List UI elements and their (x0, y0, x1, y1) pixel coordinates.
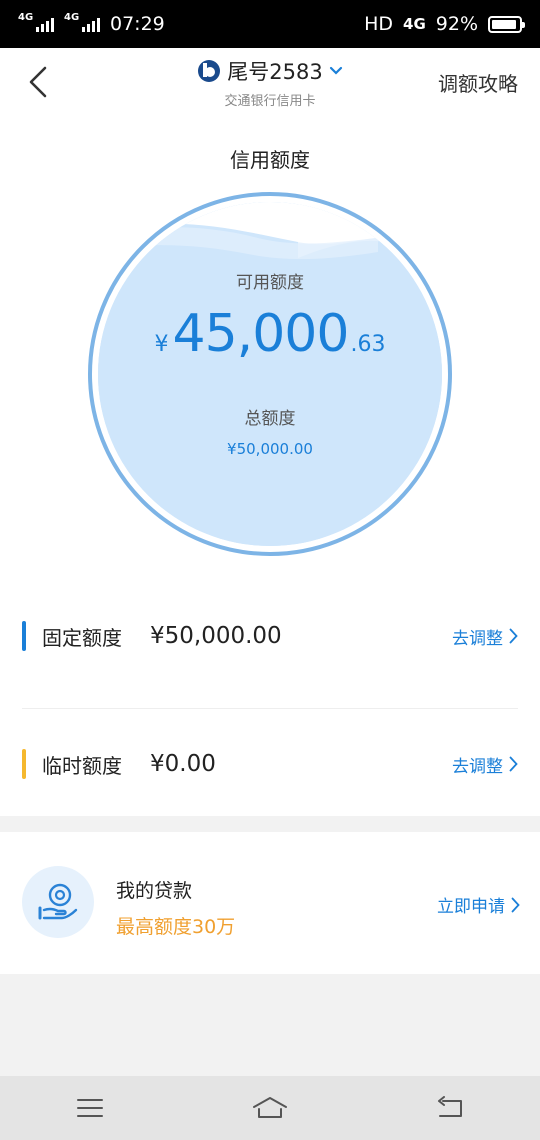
back-nav-button[interactable] (420, 1086, 480, 1130)
chevron-right-icon (511, 897, 520, 912)
loan-max-amount: 最高额度30万 (116, 916, 236, 938)
menu-button[interactable] (60, 1086, 120, 1130)
loan-card[interactable]: 我的贷款 最高额度30万 立即申请 (0, 832, 540, 974)
apply-now-button[interactable]: 立即申请 (437, 892, 520, 917)
fixed-limit-marker (22, 621, 26, 651)
credit-limit-card: 信用额度 可用额度 ¥ 45,000 .63 总额度 ¥50,000.00 固定… (0, 120, 540, 816)
hd-indicator: HD (364, 13, 394, 35)
loan-hand-coin-icon (22, 866, 94, 938)
adjust-temp-button[interactable]: 去调整 (452, 752, 518, 777)
section-title: 信用额度 (230, 148, 310, 172)
menu-icon (77, 1099, 103, 1117)
gauge-fill (98, 202, 442, 546)
battery-icon (488, 15, 525, 33)
chevron-right-icon (509, 628, 518, 644)
fixed-limit-value: ¥50,000.00 (150, 623, 282, 649)
status-bar: 4G 4G 07:29 HD 4G 92% (0, 0, 540, 48)
chevron-down-icon (329, 66, 342, 75)
bank-logo-icon (198, 60, 221, 82)
signal-icon-2: 4G (64, 12, 100, 32)
clock: 07:29 (110, 13, 165, 35)
home-button[interactable] (240, 1086, 300, 1130)
limit-guide-link[interactable]: 调额攻略 (438, 68, 518, 97)
chevron-right-icon (509, 756, 518, 772)
system-nav-bar (0, 1076, 540, 1140)
available-amount: ¥ 45,000 .63 (154, 304, 386, 364)
back-button[interactable] (18, 62, 58, 102)
battery-percent: 92% (435, 13, 478, 35)
card-selector[interactable]: 尾号2583 交通银行信用卡 (140, 56, 400, 109)
divider (22, 708, 518, 709)
back-arrow-icon (29, 66, 47, 98)
signal-icon: 4G (18, 12, 54, 32)
fixed-limit-row: 固定额度 ¥50,000.00 去调整 (22, 604, 518, 668)
wave-graphic (98, 202, 442, 546)
temp-limit-value: ¥0.00 (150, 751, 216, 777)
return-icon (438, 1096, 462, 1117)
total-label: 总额度 (244, 409, 296, 429)
available-label: 可用额度 (236, 273, 304, 293)
fixed-limit-label: 固定额度 (42, 625, 122, 650)
credit-gauge: 可用额度 ¥ 45,000 .63 总额度 ¥50,000.00 (88, 192, 452, 556)
card-subtitle: 交通银行信用卡 (224, 94, 316, 109)
temp-limit-label: 临时额度 (42, 753, 122, 778)
network-type: 4G (18, 12, 34, 23)
temp-limit-row: 临时额度 ¥0.00 去调整 (22, 732, 518, 796)
total-amount: ¥50,000.00 (227, 440, 313, 458)
card-title: 尾号2583 (227, 60, 323, 84)
network-type-2: 4G (64, 12, 80, 23)
loan-title: 我的贷款 (116, 880, 193, 902)
network-type-3: 4G (403, 15, 426, 33)
home-icon (253, 1097, 287, 1118)
adjust-fixed-button[interactable]: 去调整 (452, 624, 518, 649)
app-header: 尾号2583 交通银行信用卡 调额攻略 (0, 48, 540, 120)
temp-limit-marker (22, 749, 26, 779)
